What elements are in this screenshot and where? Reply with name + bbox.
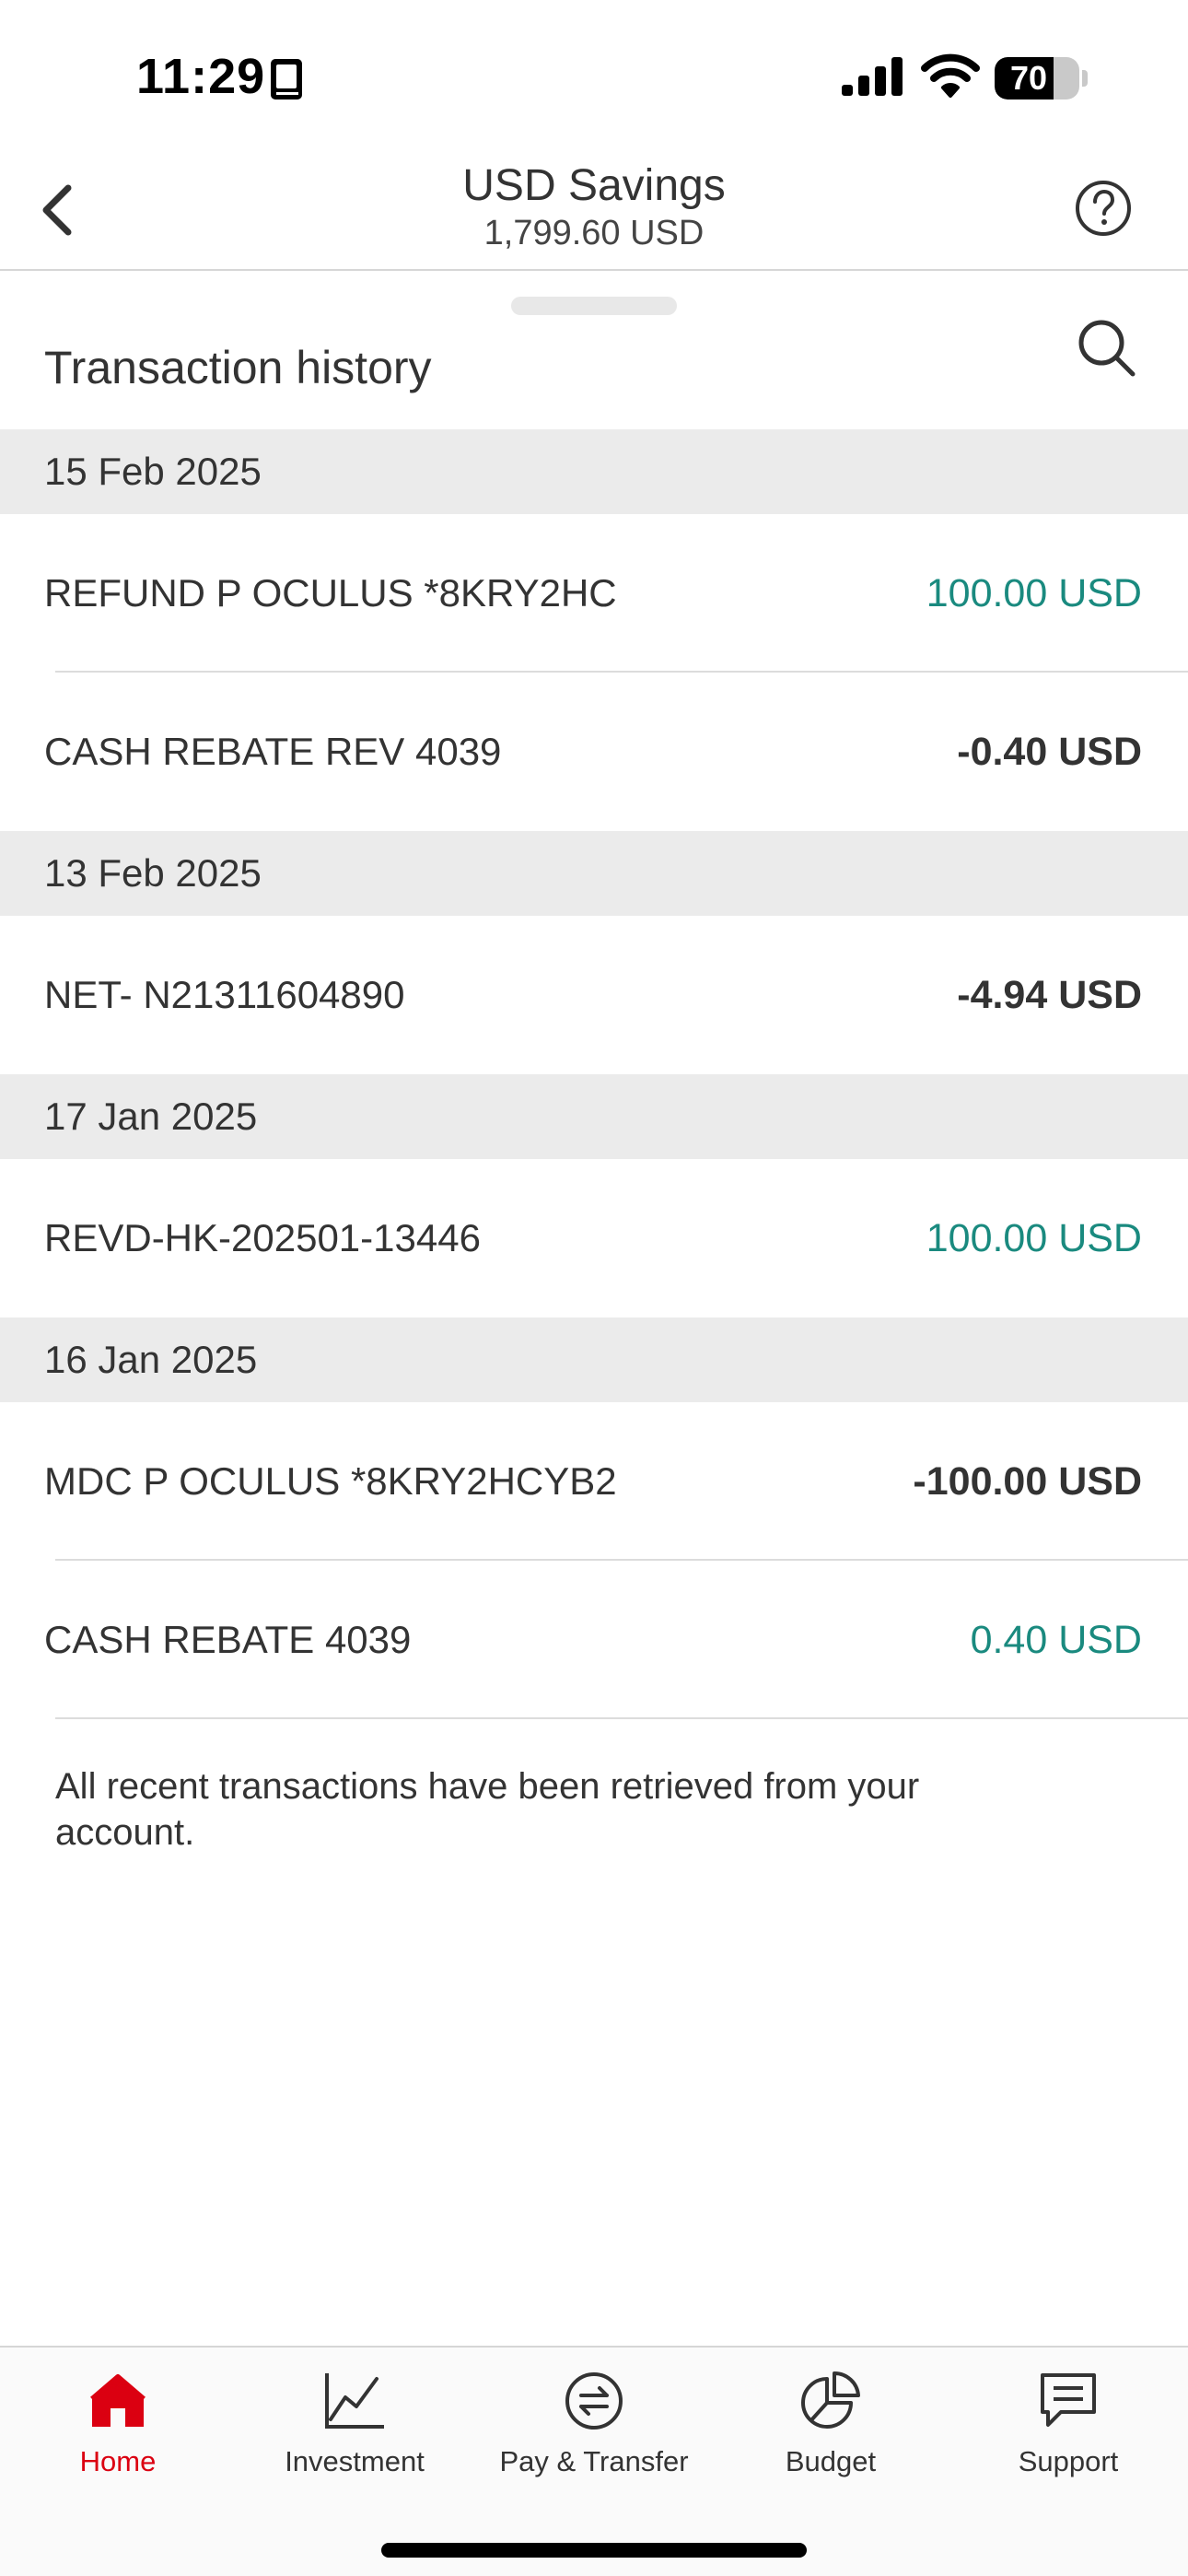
transaction-row[interactable]: NET- N21311604890 -4.94 USD: [0, 916, 1188, 1074]
wifi-icon: [921, 53, 980, 98]
search-icon[interactable]: [1074, 315, 1140, 381]
help-button[interactable]: [1074, 179, 1133, 238]
line-chart-icon: [325, 2373, 384, 2429]
tab-pay-transfer[interactable]: Pay & Transfer: [483, 2368, 705, 2488]
battery-tip: [1082, 70, 1088, 87]
transaction-description: REVD-HK-202501-13446: [44, 1216, 481, 1259]
transaction-row[interactable]: CASH REBATE 4039 0.40 USD: [0, 1561, 1188, 1719]
transaction-amount: -100.00 USD: [913, 1458, 1142, 1504]
transaction-amount: 100.00 USD: [926, 570, 1142, 615]
battery-percent: 70: [1009, 59, 1048, 97]
transaction-row[interactable]: REFUND P OCULUS *8KRY2HC 100.00 USD: [0, 514, 1188, 673]
transaction-row[interactable]: CASH REBATE REV 4039 -0.40 USD: [0, 673, 1188, 831]
transaction-row[interactable]: MDC P OCULUS *8KRY2HCYB2 -100.00 USD: [0, 1402, 1188, 1561]
tab-label: Pay & Transfer: [499, 2445, 689, 2477]
sheet-drag-handle[interactable]: [511, 297, 677, 315]
tab-label: Budget: [785, 2445, 877, 2477]
tab-bar-divider: [0, 2346, 1188, 2348]
tab-home[interactable]: Home: [7, 2368, 228, 2488]
transaction-amount: 0.40 USD: [970, 1617, 1142, 1662]
account-header: USD Savings 1,799.60 USD: [0, 158, 1188, 269]
book-icon: [271, 59, 302, 100]
account-title: USD Savings: [462, 161, 726, 210]
tab-label: Investment: [285, 2445, 425, 2477]
tab-support[interactable]: Support: [958, 2368, 1179, 2488]
transaction-description: NET- N21311604890: [44, 973, 405, 1016]
bottom-tab-bar: Home Investment Pay & Transfer Budget Su…: [0, 2346, 1188, 2576]
section-title: Transaction history: [44, 342, 432, 393]
battery-icon: 70: [995, 57, 1079, 100]
date-header: 13 Feb 2025: [0, 831, 1188, 916]
tab-label: Home: [79, 2445, 157, 2477]
tab-investment[interactable]: Investment: [244, 2368, 465, 2488]
date-header: 17 Jan 2025: [0, 1074, 1188, 1159]
transaction-amount: 100.00 USD: [926, 1215, 1142, 1260]
transfer-arrows-icon: [565, 2372, 623, 2430]
transaction-amount: -0.40 USD: [957, 729, 1142, 774]
transaction-list: 15 Feb 2025 REFUND P OCULUS *8KRY2HC 100…: [0, 429, 1188, 1719]
status-bar: 11:29 70: [0, 0, 1188, 158]
chat-bubble-icon: [1041, 2373, 1096, 2427]
pie-chart-icon: [801, 2371, 860, 2429]
tab-budget[interactable]: Budget: [720, 2368, 941, 2488]
transaction-description: REFUND P OCULUS *8KRY2HC: [44, 571, 617, 615]
date-header: 15 Feb 2025: [0, 429, 1188, 514]
tab-label: Support: [1018, 2445, 1119, 2477]
transaction-description: CASH REBATE REV 4039: [44, 730, 502, 773]
home-icon: [90, 2374, 146, 2427]
transaction-amount: -4.94 USD: [957, 972, 1142, 1017]
header-divider: [0, 269, 1188, 271]
home-indicator[interactable]: [381, 2543, 807, 2558]
transaction-history-screen: 11:29 70 USD Savings 1,799.60 USD Transa…: [0, 0, 1188, 2576]
retrieval-note: All recent transactions have been retrie…: [55, 1766, 920, 1853]
transaction-row[interactable]: REVD-HK-202501-13446 100.00 USD: [0, 1159, 1188, 1317]
transaction-description: MDC P OCULUS *8KRY2HCYB2: [44, 1459, 617, 1503]
date-header: 16 Jan 2025: [0, 1317, 1188, 1402]
account-balance: 1,799.60 USD: [483, 214, 705, 252]
transaction-description: CASH REBATE 4039: [44, 1618, 412, 1661]
status-time: 11:29: [136, 49, 266, 104]
cellular-signal-icon: [842, 57, 903, 96]
